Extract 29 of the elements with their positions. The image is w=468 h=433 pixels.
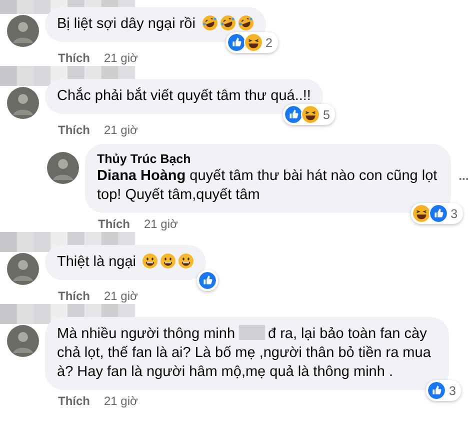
reaction-badge[interactable]: 2 [226,32,278,53]
avatar[interactable] [7,253,39,285]
redaction-block [239,325,266,340]
like-link[interactable]: Thích [98,216,130,232]
comment-text: Diana Hoàng quyết tâm thư bài hát nào con cũng lọt top! Quyết tâm,quyết tâm [97,168,438,203]
more-options-icon[interactable] [458,176,468,180]
timestamp[interactable]: 21 giờ [104,393,138,409]
like-link[interactable]: Thích [58,288,90,304]
like-link[interactable]: Thích [58,393,90,409]
reaction-badge[interactable]: 5 [282,104,335,125]
reaction-badge[interactable]: 3 [426,380,461,401]
reaction-badge[interactable]: 3 [410,203,463,224]
avatar[interactable] [7,325,39,357]
timestamp[interactable]: 21 giờ [104,50,138,66]
timestamp[interactable]: 21 giờ [144,216,178,232]
timestamp[interactable]: 21 giờ [104,122,138,138]
comment-text: Chắc phải bắt viết quyết tâm thư quá..!! [57,88,311,104]
avatar[interactable] [7,15,39,47]
comment-text: Bị liệt sợi dây ngại rồi [57,16,196,32]
comment-text: đ ra, lại bảo toàn fan cày [268,326,427,342]
comment-text: Thiệt là ngại [57,254,136,270]
comment-text: chả lọt, thế fan là ai? Là bố mẹ ,người thân bỏ tiền ra mua à? Hay fan là người hâm mộ,mẹ quả là thông minh . [57,344,432,382]
avatar[interactable] [7,87,39,119]
commenter-name[interactable]: Thủy Trúc Bạch [97,151,439,167]
avatar[interactable] [47,152,79,184]
like-link[interactable]: Thích [58,122,90,138]
like-link[interactable]: Thích [58,50,90,66]
timestamp[interactable]: 21 giờ [104,288,138,304]
comment-text: Mà nhiều người thông minh [57,326,236,342]
